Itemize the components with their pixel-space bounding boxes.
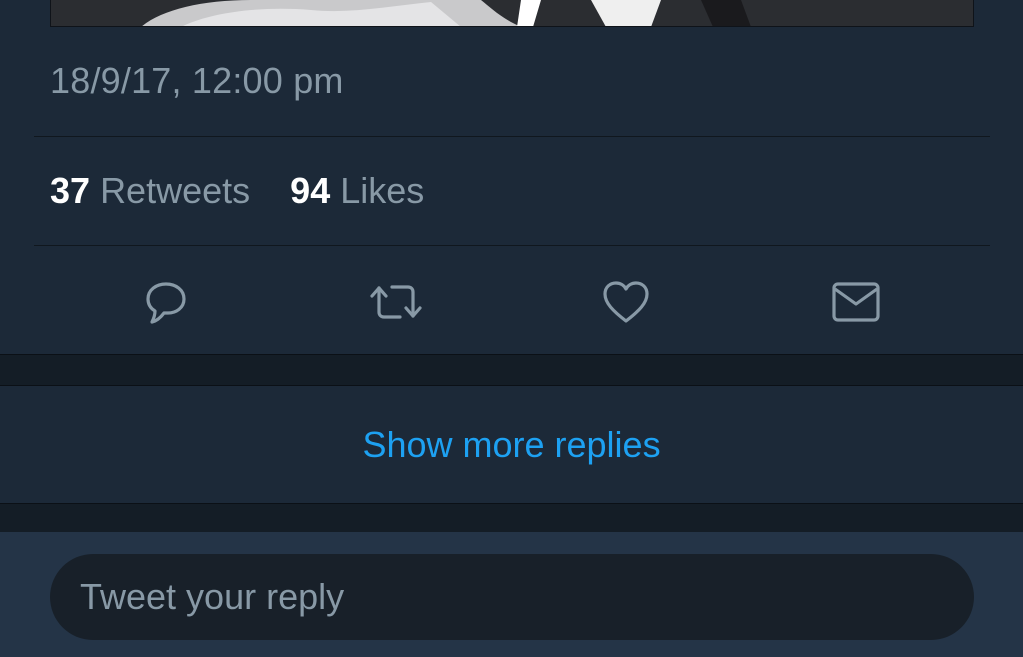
retweets-stat[interactable]: 37 Retweets <box>50 170 260 211</box>
section-separator <box>0 355 1023 385</box>
likes-count: 94 <box>290 170 331 211</box>
heart-icon <box>603 281 649 323</box>
section-separator <box>0 504 1023 532</box>
retweets-count: 37 <box>50 170 91 211</box>
reply-input[interactable] <box>50 554 974 640</box>
reply-button[interactable] <box>136 272 196 332</box>
share-via-message-button[interactable] <box>826 272 886 332</box>
reply-bubble-icon <box>146 282 186 324</box>
retweet-icon <box>370 285 422 319</box>
tweet-actions <box>0 272 1023 332</box>
retweet-button[interactable] <box>366 272 426 332</box>
likes-label: Likes <box>340 170 425 211</box>
envelope-icon <box>832 282 880 322</box>
tweet-detail-screen: 18/9/17, 12:00 pm 37 Retweets 94 Likes S… <box>0 0 1023 657</box>
divider <box>34 136 990 137</box>
photo-image <box>51 0 973 26</box>
tweet-timestamp: 18/9/17, 12:00 pm <box>50 60 344 101</box>
likes-stat[interactable]: 94 Likes <box>290 170 424 211</box>
tweet-photo[interactable] <box>50 0 974 27</box>
reply-composer-bar <box>0 532 1023 657</box>
divider <box>34 245 990 246</box>
show-more-replies-button[interactable]: Show more replies <box>0 386 1023 503</box>
retweets-label: Retweets <box>100 170 251 211</box>
tweet-stats: 37 Retweets 94 Likes <box>50 170 424 212</box>
like-button[interactable] <box>596 272 656 332</box>
